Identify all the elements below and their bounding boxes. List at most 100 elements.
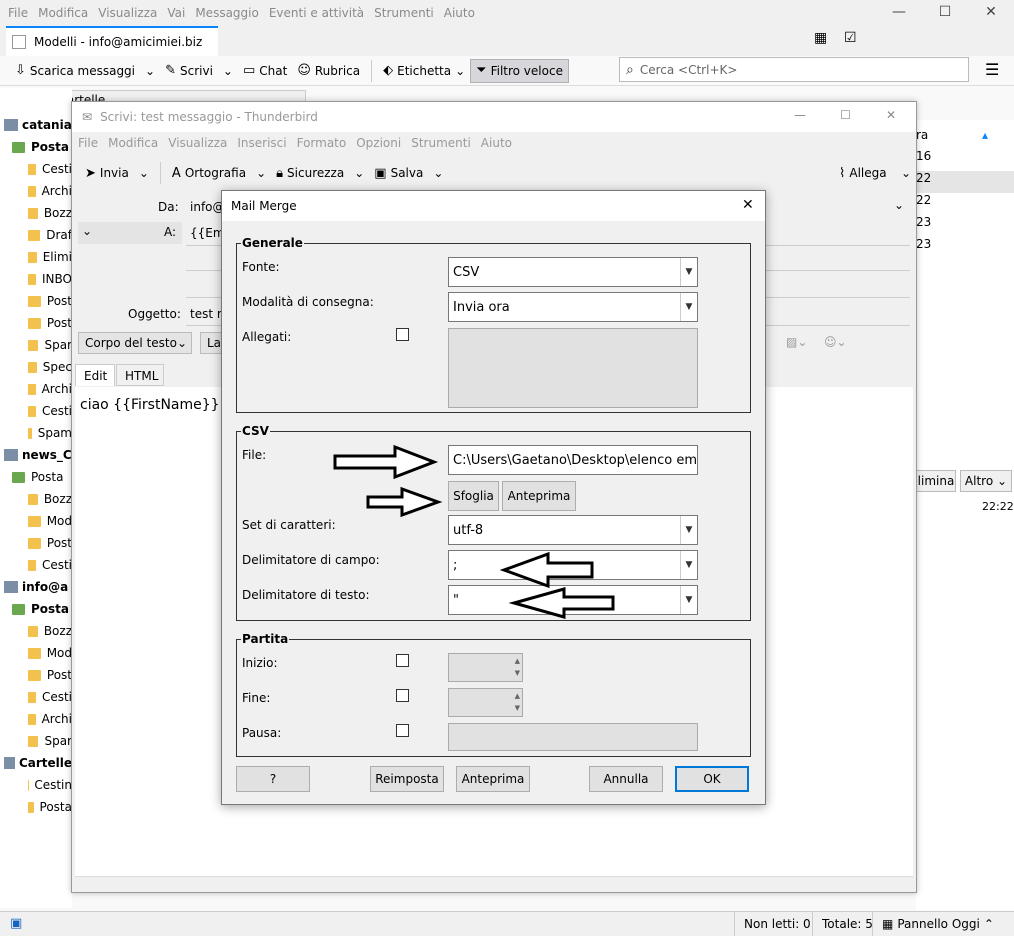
start-checkbox[interactable]: [396, 654, 409, 667]
pause-checkbox[interactable]: [396, 724, 409, 737]
menu-help[interactable]: Aiuto: [444, 6, 475, 20]
spin-up-icon[interactable]: ▲: [515, 692, 520, 700]
menu-tools[interactable]: Strumenti: [411, 136, 471, 150]
message-row[interactable]: 23: [916, 237, 1014, 259]
send-button[interactable]: ➤ Invia: [80, 161, 134, 185]
folder-item[interactable]: Posta: [0, 136, 72, 158]
attach-dropdown[interactable]: ⌄: [896, 161, 916, 185]
tag-button[interactable]: ⬖ Etichetta ⌄: [378, 59, 470, 83]
preview-button[interactable]: Anteprima: [456, 766, 530, 792]
spelling-button[interactable]: A Ortografia: [167, 161, 251, 185]
file-path-input[interactable]: C:\Users\Gaetano\Desktop\elenco ema: [448, 445, 698, 475]
maximize-icon[interactable]: ☐: [922, 4, 968, 26]
folder-item[interactable]: Archi: [0, 180, 72, 202]
attachments-checkbox[interactable]: [396, 328, 409, 341]
folder-item[interactable]: Spar: [0, 334, 72, 356]
cancel-button[interactable]: Annulla: [589, 766, 663, 792]
menu-message[interactable]: Messaggio: [195, 6, 259, 20]
write-dropdown[interactable]: ⌄: [218, 59, 238, 83]
spelling-dropdown[interactable]: ⌄: [251, 161, 271, 185]
folder-item[interactable]: Archi: [0, 708, 72, 730]
folder-item[interactable]: Mod: [0, 510, 72, 532]
menu-options[interactable]: Opzioni: [356, 136, 401, 150]
save-dropdown[interactable]: ⌄: [428, 161, 448, 185]
folder-item[interactable]: Spec: [0, 356, 72, 378]
pause-input[interactable]: [448, 723, 698, 751]
account-item[interactable]: catania: [0, 114, 72, 136]
security-button[interactable]: 🔒︎ Sicurezza: [271, 161, 349, 185]
send-dropdown[interactable]: ⌄: [134, 161, 154, 185]
folder-item[interactable]: Cesti: [0, 554, 72, 576]
folder-item[interactable]: Posta: [0, 598, 72, 620]
tasks-icon[interactable]: ☑: [844, 30, 857, 46]
delete-button[interactable]: limina: [916, 470, 956, 492]
folder-item[interactable]: Cesti: [0, 400, 72, 422]
reset-button[interactable]: Reimposta: [370, 766, 444, 792]
search-input[interactable]: ⌕ Cerca <Ctrl+K>: [619, 57, 969, 82]
source-select[interactable]: CSV ▼: [448, 257, 698, 287]
browse-button[interactable]: Sfoglia: [448, 481, 499, 511]
folder-item[interactable]: Spam: [0, 422, 72, 444]
folder-item[interactable]: Bozz: [0, 488, 72, 510]
folder-item[interactable]: Elimi: [0, 246, 72, 268]
paragraph-format-select[interactable]: Corpo del testo ⌄: [78, 332, 192, 354]
menu-file[interactable]: File: [78, 136, 98, 150]
close-icon[interactable]: ✕: [968, 4, 1014, 26]
write-button[interactable]: ✎ Scrivi: [160, 59, 218, 83]
folder-item[interactable]: Post: [0, 664, 72, 686]
message-row[interactable]: 16: [916, 149, 1014, 171]
folder-item[interactable]: INBO: [0, 268, 72, 290]
minimize-icon[interactable]: —: [876, 4, 922, 26]
folder-item[interactable]: Draf: [0, 224, 72, 246]
folder-item[interactable]: Post: [0, 290, 72, 312]
menu-tools[interactable]: Strumenti: [374, 6, 434, 20]
folder-item[interactable]: Posta: [0, 466, 72, 488]
maximize-icon[interactable]: ☐: [840, 108, 851, 122]
menu-edit[interactable]: Modifica: [108, 136, 158, 150]
end-spinner[interactable]: ▲ ▼: [448, 688, 523, 717]
end-checkbox[interactable]: [396, 689, 409, 702]
folder-item[interactable]: Bozz: [0, 620, 72, 642]
get-messages-dropdown[interactable]: ⌄: [140, 59, 160, 83]
folder-item[interactable]: Posta: [0, 796, 72, 818]
get-messages-button[interactable]: ⇩ Scarica messaggi: [10, 59, 140, 83]
account-item[interactable]: Cartelle: [0, 752, 72, 774]
spin-up-icon[interactable]: ▲: [515, 657, 520, 665]
quick-filter-button[interactable]: ⏷ Filtro veloce: [470, 58, 569, 83]
folder-item[interactable]: Cesti: [0, 686, 72, 708]
menu-view[interactable]: Visualizza: [98, 6, 157, 20]
folder-item[interactable]: Post: [0, 532, 72, 554]
menu-help[interactable]: Aiuto: [481, 136, 512, 150]
address-type-selector[interactable]: ⌄ A:: [78, 222, 182, 244]
security-dropdown[interactable]: ⌄: [349, 161, 369, 185]
help-button[interactable]: ?: [236, 766, 310, 792]
addressbook-button[interactable]: ☺ Rubrica: [292, 59, 365, 83]
folder-item[interactable]: Cesti: [0, 158, 72, 180]
today-pane-toggle[interactable]: ▦ Pannello Oggi ⌃: [872, 912, 994, 936]
tab-edit[interactable]: Edit: [75, 364, 115, 386]
folder-item[interactable]: Archi: [0, 378, 72, 400]
folder-item[interactable]: Bozz: [0, 202, 72, 224]
attachments-field[interactable]: [448, 328, 698, 408]
menu-view[interactable]: Visualizza: [168, 136, 227, 150]
tab-modelli[interactable]: Modelli - info@amicimiei.biz: [6, 26, 218, 56]
menu-go[interactable]: Vai: [167, 6, 185, 20]
menu-events[interactable]: Eventi e attività: [269, 6, 364, 20]
more-button[interactable]: Altro ⌄: [960, 470, 1012, 492]
menu-format[interactable]: Formato: [297, 136, 347, 150]
spin-down-icon[interactable]: ▼: [515, 704, 520, 712]
attach-button[interactable]: ⌇ Allega: [834, 161, 892, 185]
menu-edit[interactable]: Modifica: [38, 6, 88, 20]
tab-html[interactable]: HTML: [116, 364, 164, 386]
folder-item[interactable]: Mod: [0, 642, 72, 664]
csv-preview-button[interactable]: Anteprima: [502, 481, 576, 511]
message-row[interactable]: 23: [916, 215, 1014, 237]
save-button[interactable]: ▣ Salva: [369, 161, 428, 185]
folder-item[interactable]: Post: [0, 312, 72, 334]
message-row[interactable]: 22: [916, 193, 1014, 215]
message-row[interactable]: 22: [916, 171, 1014, 193]
menu-insert[interactable]: Inserisci: [237, 136, 286, 150]
folder-item[interactable]: Spar: [0, 730, 72, 752]
column-header[interactable]: ra ▴: [916, 128, 1014, 142]
account-item[interactable]: info@a: [0, 576, 72, 598]
